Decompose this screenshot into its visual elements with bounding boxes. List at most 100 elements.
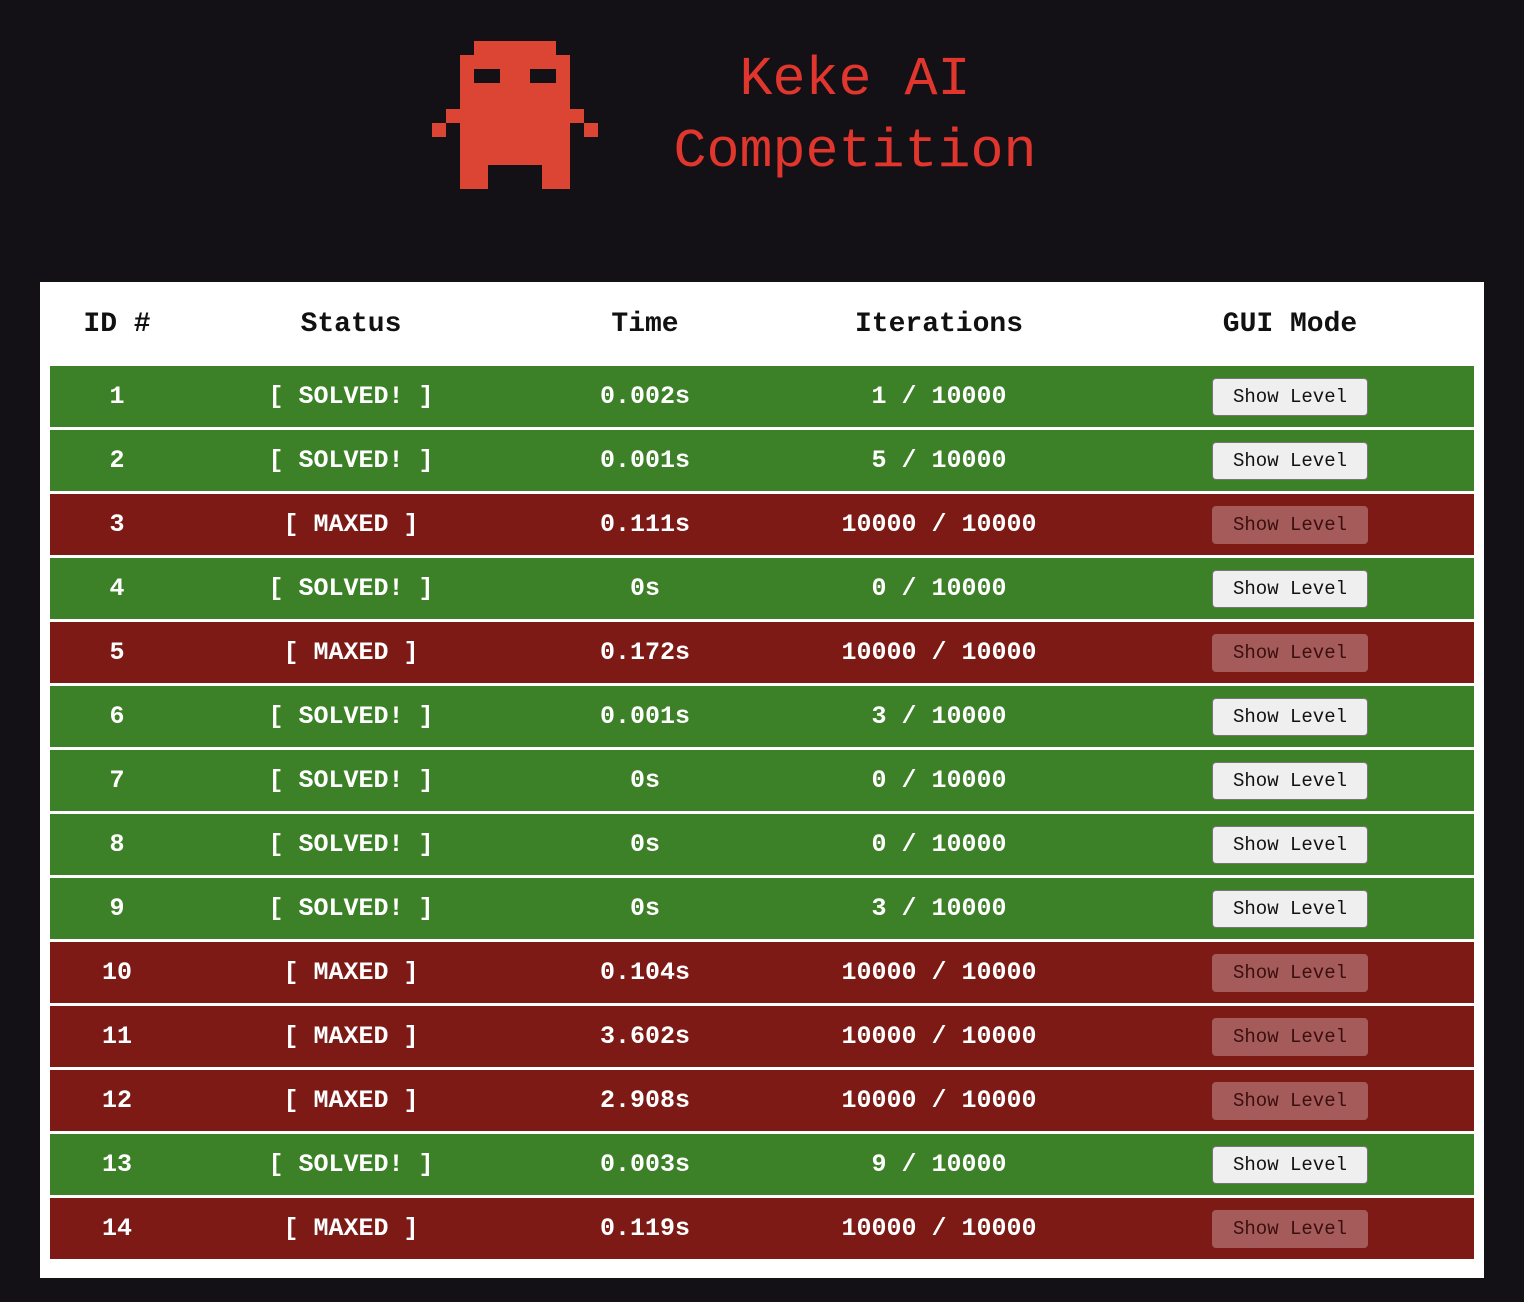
show-level-button[interactable]: Show Level <box>1212 569 1368 608</box>
table-row: 2 [ SOLVED! ] 0.001s 5 / 10000 Show Level <box>50 430 1474 491</box>
cell-iterations: 9 / 10000 <box>871 1150 1007 1179</box>
page-header: Keke AI Competition <box>0 0 1524 282</box>
show-level-button[interactable]: Show Level <box>1212 1209 1368 1248</box>
cell-status: [ SOLVED! ] <box>268 446 434 475</box>
cell-iterations: 10000 / 10000 <box>841 510 1037 539</box>
table-row: 3 [ MAXED ] 0.111s 10000 / 10000 Show Level <box>50 494 1474 555</box>
show-level-button[interactable]: Show Level <box>1212 633 1368 672</box>
show-level-button[interactable]: Show Level <box>1212 1081 1368 1120</box>
cell-iterations: 10000 / 10000 <box>841 1022 1037 1051</box>
cell-status: [ SOLVED! ] <box>268 702 434 731</box>
cell-gui-mode: Show Level <box>1106 1081 1474 1120</box>
cell-id: 2 <box>109 446 125 475</box>
cell-id: 13 <box>101 1150 132 1179</box>
cell-id: 12 <box>101 1086 132 1115</box>
table-row: 8 [ SOLVED! ] 0s 0 / 10000 Show Level <box>50 814 1474 875</box>
cell-status: [ SOLVED! ] <box>268 1150 434 1179</box>
cell-status: [ MAXED ] <box>283 1022 419 1051</box>
cell-time: 0.119s <box>599 1214 690 1243</box>
cell-gui-mode: Show Level <box>1106 697 1474 736</box>
cell-id: 4 <box>109 574 125 603</box>
show-level-button[interactable]: Show Level <box>1212 761 1368 800</box>
cell-status: [ MAXED ] <box>283 510 419 539</box>
page-title: Keke AI Competition <box>640 44 1070 188</box>
cell-id: 3 <box>109 510 125 539</box>
cell-time: 0.003s <box>599 1150 690 1179</box>
table-row: 9 [ SOLVED! ] 0s 3 / 10000 Show Level <box>50 878 1474 939</box>
cell-time: 0.111s <box>599 510 690 539</box>
cell-time: 3.602s <box>599 1022 690 1051</box>
cell-gui-mode: Show Level <box>1106 505 1474 544</box>
column-header-time: Time <box>611 308 679 340</box>
cell-time: 0.001s <box>599 446 690 475</box>
results-table: ID # Status Time Iterations GUI Mode 1 [ … <box>40 282 1484 1278</box>
table-row: 5 [ MAXED ] 0.172s 10000 / 10000 Show Level <box>50 622 1474 683</box>
cell-time: 0.001s <box>599 702 690 731</box>
cell-iterations: 3 / 10000 <box>871 894 1007 923</box>
cell-id: 14 <box>101 1214 132 1243</box>
table-row: 1 [ SOLVED! ] 0.002s 1 / 10000 Show Level <box>50 366 1474 427</box>
cell-gui-mode: Show Level <box>1106 953 1474 992</box>
cell-gui-mode: Show Level <box>1106 441 1474 480</box>
column-header-iterations: Iterations <box>854 308 1024 340</box>
table-row: 4 [ SOLVED! ] 0s 0 / 10000 Show Level <box>50 558 1474 619</box>
cell-gui-mode: Show Level <box>1106 1017 1474 1056</box>
cell-gui-mode: Show Level <box>1106 889 1474 928</box>
cell-time: 0.002s <box>599 382 690 411</box>
table-row: 11 [ MAXED ] 3.602s 10000 / 10000 Show Level <box>50 1006 1474 1067</box>
cell-id: 6 <box>109 702 125 731</box>
keke-logo-icon <box>432 41 598 189</box>
cell-gui-mode: Show Level <box>1106 1209 1474 1248</box>
cell-time: 0s <box>629 830 660 859</box>
cell-time: 0.104s <box>599 958 690 987</box>
cell-id: 1 <box>109 382 125 411</box>
cell-iterations: 10000 / 10000 <box>841 958 1037 987</box>
show-level-button[interactable]: Show Level <box>1212 1145 1368 1184</box>
title-line-2: Competition <box>673 120 1037 183</box>
cell-time: 0s <box>629 894 660 923</box>
cell-iterations: 10000 / 10000 <box>841 1214 1037 1243</box>
column-header-id: ID # <box>83 308 151 340</box>
table-row: 6 [ SOLVED! ] 0.001s 3 / 10000 Show Level <box>50 686 1474 747</box>
cell-id: 9 <box>109 894 125 923</box>
cell-gui-mode: Show Level <box>1106 1145 1474 1184</box>
cell-gui-mode: Show Level <box>1106 377 1474 416</box>
cell-iterations: 1 / 10000 <box>871 382 1007 411</box>
column-header-status: Status <box>300 308 402 340</box>
cell-status: [ SOLVED! ] <box>268 830 434 859</box>
column-header-gui-mode: GUI Mode <box>1222 308 1358 340</box>
cell-id: 8 <box>109 830 125 859</box>
cell-iterations: 10000 / 10000 <box>841 1086 1037 1115</box>
table-row: 7 [ SOLVED! ] 0s 0 / 10000 Show Level <box>50 750 1474 811</box>
cell-time: 0s <box>629 574 660 603</box>
cell-gui-mode: Show Level <box>1106 569 1474 608</box>
cell-gui-mode: Show Level <box>1106 633 1474 672</box>
table-header: ID # Status Time Iterations GUI Mode <box>50 282 1474 366</box>
table-body: 1 [ SOLVED! ] 0.002s 1 / 10000 Show Level 2 [ … <box>50 366 1474 1262</box>
cell-id: 5 <box>109 638 125 667</box>
show-level-button[interactable]: Show Level <box>1212 441 1368 480</box>
show-level-button[interactable]: Show Level <box>1212 377 1368 416</box>
cell-status: [ SOLVED! ] <box>268 894 434 923</box>
cell-status: [ SOLVED! ] <box>268 382 434 411</box>
show-level-button[interactable]: Show Level <box>1212 697 1368 736</box>
cell-iterations: 10000 / 10000 <box>841 638 1037 667</box>
table-row: 13 [ SOLVED! ] 0.003s 9 / 10000 Show Level <box>50 1134 1474 1195</box>
cell-gui-mode: Show Level <box>1106 825 1474 864</box>
table-row: 10 [ MAXED ] 0.104s 10000 / 10000 Show Level <box>50 942 1474 1003</box>
cell-status: [ SOLVED! ] <box>268 574 434 603</box>
show-level-button[interactable]: Show Level <box>1212 825 1368 864</box>
cell-time: 2.908s <box>599 1086 690 1115</box>
cell-iterations: 0 / 10000 <box>871 766 1007 795</box>
show-level-button[interactable]: Show Level <box>1212 889 1368 928</box>
cell-time: 0s <box>629 766 660 795</box>
table-row: 14 [ MAXED ] 0.119s 10000 / 10000 Show Level <box>50 1198 1474 1259</box>
title-line-1: Keke AI <box>739 48 971 111</box>
cell-status: [ MAXED ] <box>283 1086 419 1115</box>
cell-iterations: 5 / 10000 <box>871 446 1007 475</box>
cell-iterations: 0 / 10000 <box>871 574 1007 603</box>
show-level-button[interactable]: Show Level <box>1212 1017 1368 1056</box>
show-level-button[interactable]: Show Level <box>1212 505 1368 544</box>
cell-status: [ MAXED ] <box>283 1214 419 1243</box>
show-level-button[interactable]: Show Level <box>1212 953 1368 992</box>
